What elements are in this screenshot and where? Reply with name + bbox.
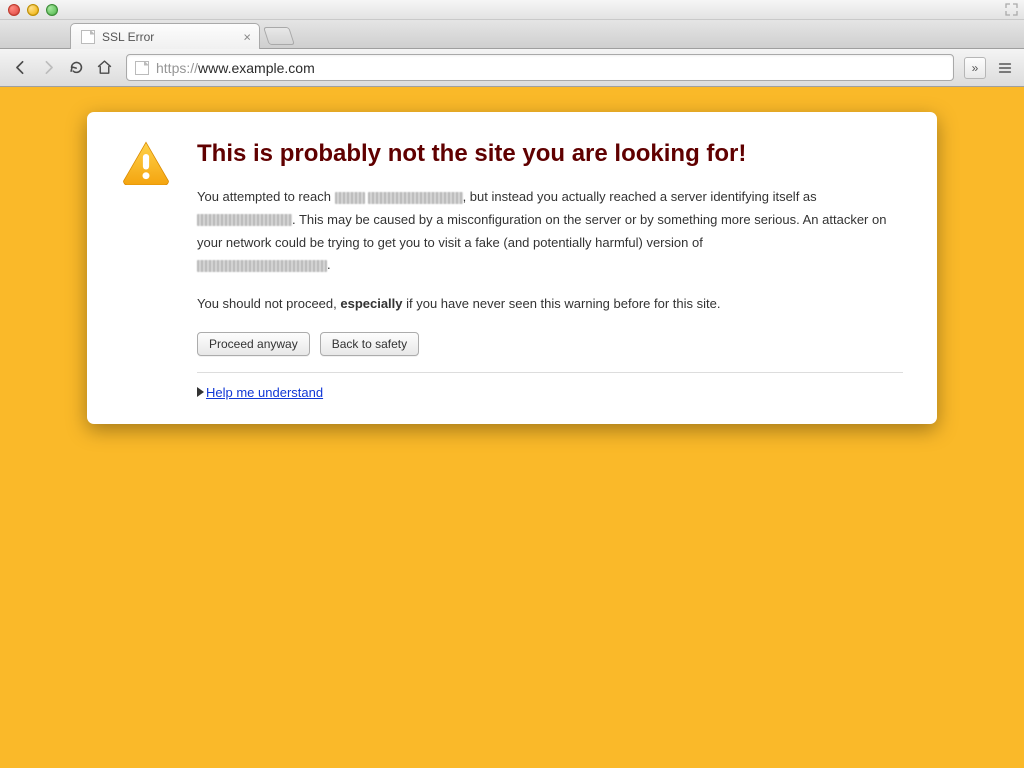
help-me-understand-link[interactable]: Help me understand [206, 385, 323, 400]
fullscreen-icon[interactable] [1005, 3, 1018, 19]
warning-paragraph-2: You should not proceed, especially if yo… [197, 293, 903, 316]
home-button[interactable] [92, 56, 116, 80]
new-tab-button[interactable] [263, 27, 295, 45]
p1-text-a: You attempted to reach [197, 189, 335, 204]
p1-text-b: , but instead you actually reached a ser… [463, 189, 817, 204]
redacted-hostname-2 [197, 260, 327, 272]
p2-text-b: if you have never seen this warning befo… [403, 296, 721, 311]
tab-title: SSL Error [102, 30, 154, 44]
p2-bold: especially [340, 296, 402, 311]
proceed-anyway-button[interactable]: Proceed anyway [197, 332, 310, 356]
page-icon [135, 61, 149, 75]
warning-content: This is probably not the site you are lo… [197, 140, 903, 400]
help-disclosure[interactable]: Help me understand [197, 385, 903, 400]
url-scheme: https:// [156, 60, 198, 76]
browser-tab[interactable]: SSL Error × [70, 23, 260, 49]
p1-text-d: . [327, 257, 331, 272]
menu-button[interactable] [994, 57, 1016, 79]
redacted-server-identity [197, 214, 292, 226]
tab-strip: SSL Error × [0, 20, 1024, 49]
warning-heading: This is probably not the site you are lo… [197, 140, 903, 168]
p2-text-a: You should not proceed, [197, 296, 340, 311]
browser-toolbar: https://www.example.com » [0, 49, 1024, 87]
window-close-button[interactable] [8, 4, 20, 16]
redacted-hostname-1a [335, 192, 365, 204]
warning-triangle-icon [121, 140, 171, 185]
traffic-lights [8, 4, 58, 16]
redacted-hostname-1b [368, 192, 463, 204]
back-to-safety-button[interactable]: Back to safety [320, 332, 419, 356]
address-bar[interactable]: https://www.example.com [126, 54, 954, 81]
disclosure-triangle-icon [197, 387, 204, 397]
forward-button[interactable] [36, 56, 60, 80]
window-minimize-button[interactable] [27, 4, 39, 16]
divider [197, 372, 903, 373]
warning-paragraph-1: You attempted to reach , but instead you… [197, 186, 903, 277]
overflow-label: » [972, 61, 979, 75]
back-button[interactable] [8, 56, 32, 80]
page-viewport: This is probably not the site you are lo… [0, 87, 1024, 768]
url-host: www.example.com [198, 60, 315, 76]
url-text: https://www.example.com [156, 60, 315, 76]
window-titlebar [0, 0, 1024, 20]
button-row: Proceed anyway Back to safety [197, 332, 903, 356]
toolbar-overflow-button[interactable]: » [964, 57, 986, 79]
reload-button[interactable] [64, 56, 88, 80]
window-zoom-button[interactable] [46, 4, 58, 16]
p1-text-c: . This may be caused by a misconfigurati… [197, 212, 886, 250]
ssl-warning-card: This is probably not the site you are lo… [87, 112, 937, 424]
tab-close-icon[interactable]: × [243, 30, 251, 43]
page-favicon-icon [81, 30, 95, 44]
warning-icon-column [121, 140, 175, 400]
